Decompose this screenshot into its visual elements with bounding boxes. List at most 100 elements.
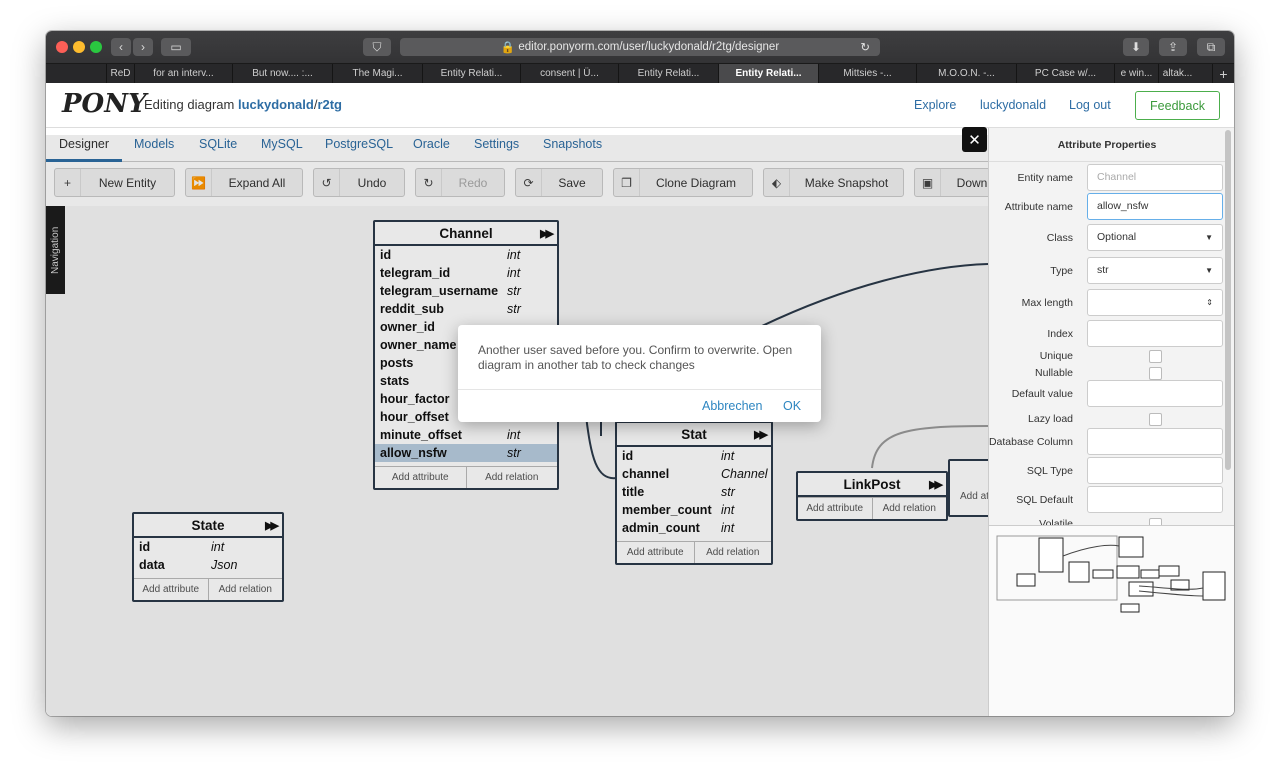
entity-partial[interactable]: Add at bbox=[948, 459, 988, 517]
entity-linkpost[interactable]: LinkPost ▶▶ Add attribute Add relation bbox=[796, 471, 948, 521]
attribute-row[interactable]: reddit_sub str bbox=[375, 300, 557, 318]
property-input[interactable] bbox=[1087, 428, 1223, 455]
tabs-overview-icon[interactable]: ⧉ bbox=[1197, 38, 1225, 56]
property-input[interactable]: Channel bbox=[1087, 164, 1223, 191]
dialog-cancel-button[interactable]: Abbrechen bbox=[702, 399, 762, 413]
pony-logo[interactable]: PONY bbox=[62, 89, 147, 119]
browser-tab[interactable]: for an interv... bbox=[134, 64, 232, 84]
browser-tab[interactable]: But now.... :... bbox=[232, 64, 332, 84]
tab-mysql[interactable]: MySQL bbox=[261, 137, 303, 151]
close-panel-button[interactable]: ✕ bbox=[962, 127, 987, 152]
tab-models[interactable]: Models bbox=[134, 137, 174, 151]
shield-icon[interactable]: ⛉ bbox=[363, 38, 391, 56]
entity-state[interactable]: State ▶▶ id int data Json Add attribute Add r… bbox=[132, 512, 284, 602]
browser-tab[interactable]: ReD bbox=[106, 64, 134, 84]
attribute-row[interactable]: telegram_username str bbox=[375, 282, 557, 300]
navigation-toggle[interactable]: Navigation bbox=[46, 206, 65, 294]
tab-postgresql[interactable]: PostgreSQL bbox=[325, 137, 393, 151]
browser-tab[interactable]: altak... bbox=[1158, 64, 1196, 84]
browser-tab[interactable]: PC Case w/... bbox=[1016, 64, 1114, 84]
property-select[interactable]: Optional ▼ bbox=[1087, 224, 1223, 251]
back-icon[interactable]: ‹ bbox=[111, 38, 131, 56]
browser-tab[interactable]: Entity Relati... bbox=[422, 64, 520, 84]
stepper-icon[interactable]: ⇕ bbox=[1206, 290, 1213, 315]
property-input[interactable] bbox=[1087, 486, 1223, 513]
attribute-row[interactable]: id int bbox=[375, 246, 557, 264]
user-profile-link[interactable]: luckydonald bbox=[980, 98, 1046, 112]
fast-forward-icon[interactable]: ▶▶ bbox=[265, 514, 279, 538]
fast-forward-icon[interactable]: ▶▶ bbox=[754, 423, 768, 447]
reload-icon[interactable]: ↻ bbox=[860, 40, 870, 54]
browser-tab[interactable]: Entity Relati... bbox=[718, 64, 818, 84]
tab-settings[interactable]: Settings bbox=[474, 137, 519, 151]
explore-link[interactable]: Explore bbox=[914, 98, 956, 112]
tab-sqlite[interactable]: SQLite bbox=[199, 137, 237, 151]
save-button[interactable]: ⟳ Save bbox=[515, 168, 603, 197]
undo-button[interactable]: ↺ Undo bbox=[313, 168, 405, 197]
add-attribute-button[interactable]: Add attribute bbox=[798, 498, 872, 519]
add-relation-button[interactable]: Add relation bbox=[465, 467, 558, 488]
minimize-window-button[interactable] bbox=[73, 41, 85, 53]
diagram-owner-link[interactable]: luckydonald bbox=[238, 97, 314, 112]
download-icon[interactable]: ⬇ bbox=[1123, 38, 1149, 56]
add-relation-button[interactable]: Add relation bbox=[207, 579, 283, 600]
entity-header[interactable]: LinkPost ▶▶ bbox=[798, 473, 946, 497]
attribute-row[interactable]: title str bbox=[617, 483, 771, 501]
new-entity-button[interactable]: + New Entity bbox=[54, 168, 175, 197]
redo-button[interactable]: ↻ Redo bbox=[415, 168, 505, 197]
address-bar[interactable]: 🔒 editor.ponyorm.com/user/luckydonald/r2… bbox=[400, 38, 880, 56]
new-tab-icon[interactable]: + bbox=[1212, 64, 1234, 84]
attribute-row[interactable]: minute_offset int bbox=[375, 426, 557, 444]
zoom-window-button[interactable] bbox=[90, 41, 102, 53]
dialog-ok-button[interactable]: OK bbox=[783, 399, 801, 413]
attribute-row[interactable]: member_count int bbox=[617, 501, 771, 519]
browser-tab[interactable]: The Magi... bbox=[332, 64, 422, 84]
logout-link[interactable]: Log out bbox=[1069, 98, 1111, 112]
attribute-row[interactable]: channel Channel bbox=[617, 465, 771, 483]
fast-forward-icon[interactable]: ▶▶ bbox=[929, 473, 943, 497]
browser-tab[interactable]: e win... bbox=[1114, 64, 1158, 84]
tab-snapshots[interactable]: Snapshots bbox=[543, 137, 602, 151]
forward-icon[interactable]: › bbox=[133, 38, 153, 56]
panel-scrollbar[interactable] bbox=[1225, 130, 1231, 470]
make-snapshot-button[interactable]: ⬖ Make Snapshot bbox=[763, 168, 904, 197]
tab-oracle[interactable]: Oracle bbox=[413, 137, 450, 151]
entity-header[interactable]: State ▶▶ bbox=[134, 514, 282, 538]
browser-tab[interactable]: Entity Relati... bbox=[618, 64, 718, 84]
add-attribute-button[interactable]: Add attribute bbox=[134, 579, 208, 600]
browser-tab[interactable]: consent | Ü... bbox=[520, 64, 618, 84]
add-relation-button[interactable]: Add relation bbox=[693, 542, 772, 563]
entity-header[interactable]: Channel ▶▶ bbox=[375, 222, 557, 246]
property-checkbox[interactable] bbox=[1149, 413, 1162, 426]
property-input[interactable] bbox=[1087, 380, 1223, 407]
attribute-row[interactable]: allow_nsfw str bbox=[375, 444, 557, 462]
property-checkbox[interactable] bbox=[1149, 367, 1162, 380]
add-attribute-button[interactable]: Add at bbox=[960, 491, 988, 502]
attribute-row[interactable]: telegram_id int bbox=[375, 264, 557, 282]
add-relation-button[interactable]: Add relation bbox=[871, 498, 947, 519]
diagram-minimap[interactable] bbox=[989, 525, 1234, 716]
property-select[interactable]: str ▼ bbox=[1087, 257, 1223, 284]
browser-tab[interactable]: M.O.O.N. -... bbox=[916, 64, 1016, 84]
close-window-button[interactable] bbox=[56, 41, 68, 53]
entity-header[interactable]: Stat ▶▶ bbox=[617, 423, 771, 447]
attribute-row[interactable]: id int bbox=[134, 538, 282, 556]
attribute-row[interactable]: data Json bbox=[134, 556, 282, 574]
expand-all-button[interactable]: ⏩ Expand All bbox=[185, 168, 303, 197]
sidebar-icon[interactable]: ▭ bbox=[161, 38, 191, 56]
fast-forward-icon[interactable]: ▶▶ bbox=[540, 222, 554, 246]
attribute-row[interactable]: admin_count int bbox=[617, 519, 771, 537]
entity-stat[interactable]: Stat ▶▶ id int channel Channel title str member… bbox=[615, 421, 773, 565]
clone-diagram-button[interactable]: ❐ Clone Diagram bbox=[613, 168, 753, 197]
share-icon[interactable]: ⇪ bbox=[1159, 38, 1187, 56]
tab-designer[interactable]: Designer bbox=[59, 137, 109, 151]
diagram-canvas[interactable]: Navigation Channel ▶▶ id int telegram_id int… bbox=[46, 206, 988, 716]
feedback-button[interactable]: Feedback bbox=[1135, 91, 1220, 120]
property-input[interactable]: allow_nsfw bbox=[1087, 193, 1223, 220]
property-input[interactable] bbox=[1087, 457, 1223, 484]
diagram-name[interactable]: r2tg bbox=[317, 97, 342, 112]
property-input[interactable]: ⇕ bbox=[1087, 289, 1223, 316]
browser-tab[interactable]: Mittsies -... bbox=[818, 64, 916, 84]
add-attribute-button[interactable]: Add attribute bbox=[617, 542, 694, 563]
attribute-row[interactable]: id int bbox=[617, 447, 771, 465]
